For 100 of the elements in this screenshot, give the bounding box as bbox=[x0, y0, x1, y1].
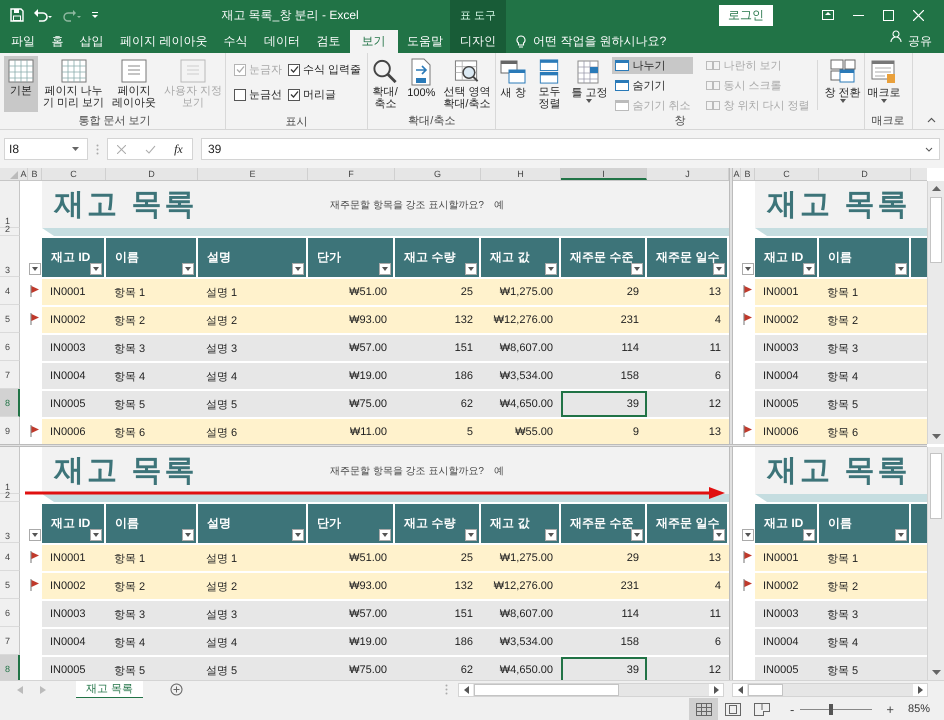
row-header[interactable]: 5 bbox=[0, 571, 20, 599]
filter-button[interactable] bbox=[292, 529, 304, 541]
filter-button[interactable] bbox=[545, 263, 557, 275]
column-header[interactable]: D bbox=[819, 168, 911, 180]
filter-button[interactable] bbox=[713, 263, 725, 275]
name-box[interactable]: I8 bbox=[4, 138, 88, 160]
window-button[interactable]: 새 창 bbox=[496, 56, 530, 112]
column-header[interactable]: C bbox=[42, 168, 106, 180]
row-header[interactable]: 6 bbox=[0, 333, 20, 361]
filter-button[interactable] bbox=[465, 529, 477, 541]
view-button[interactable]: 기본 bbox=[4, 56, 38, 112]
save-icon[interactable] bbox=[10, 8, 24, 22]
row-header[interactable]: 7 bbox=[0, 361, 20, 389]
column-header[interactable]: E bbox=[198, 168, 308, 180]
check-icon[interactable] bbox=[144, 144, 156, 154]
filter-button[interactable] bbox=[742, 529, 754, 541]
answer-value[interactable]: 예 bbox=[484, 198, 504, 212]
window-option[interactable]: 나누기 bbox=[612, 57, 694, 74]
scroll-right-button[interactable] bbox=[709, 684, 723, 696]
checkbox-option[interactable]: 수식 입력줄 bbox=[288, 62, 362, 77]
column-header[interactable]: G bbox=[395, 168, 481, 180]
filter-button[interactable] bbox=[545, 529, 557, 541]
filter-button[interactable] bbox=[895, 529, 907, 541]
row-header[interactable]: 8 bbox=[0, 389, 20, 417]
filter-button[interactable] bbox=[631, 263, 643, 275]
row-header[interactable]: 3 bbox=[0, 236, 20, 277]
filter-button[interactable] bbox=[803, 529, 815, 541]
window-option[interactable]: 숨기기 bbox=[612, 77, 694, 94]
formula-field[interactable]: 39 bbox=[201, 138, 940, 160]
column-header[interactable]: C bbox=[755, 168, 819, 180]
insert-function-button[interactable]: fx bbox=[174, 142, 183, 156]
ribbon-display-icon[interactable] bbox=[822, 10, 834, 20]
ribbon-tab[interactable]: 검토 bbox=[309, 30, 348, 53]
row-header[interactable]: 9 bbox=[0, 417, 20, 444]
scroll-thumb[interactable] bbox=[930, 197, 942, 263]
ribbon-tab[interactable]: 홈 bbox=[44, 30, 70, 53]
scroll-left-button[interactable] bbox=[459, 684, 473, 696]
row-header[interactable]: 2 bbox=[0, 494, 20, 502]
maximize-icon[interactable] bbox=[883, 10, 894, 20]
row-header[interactable]: 7 bbox=[0, 627, 20, 655]
scroll-down-icon[interactable] bbox=[932, 670, 940, 676]
sheet-tab[interactable]: 재고 목록 bbox=[76, 680, 144, 698]
row-header[interactable]: 5 bbox=[0, 305, 20, 333]
filter-button[interactable] bbox=[182, 529, 194, 541]
zoom-button[interactable]: 선택 영역 확대/축소 bbox=[440, 56, 494, 112]
horizontal-scrollbar[interactable] bbox=[732, 682, 928, 696]
window-button[interactable]: 모두 정렬 bbox=[532, 56, 566, 112]
scroll-down-icon[interactable] bbox=[932, 434, 940, 440]
share-button[interactable]: 공유 bbox=[908, 33, 932, 50]
scroll-left-button[interactable] bbox=[733, 684, 747, 696]
scroll-thumb[interactable] bbox=[474, 684, 619, 696]
filter-button[interactable] bbox=[803, 263, 815, 275]
filter-button[interactable] bbox=[631, 529, 643, 541]
filter-button[interactable] bbox=[29, 529, 41, 541]
ribbon-tab[interactable]: 삽입 bbox=[72, 30, 111, 53]
zoom-level[interactable]: 85% bbox=[908, 703, 930, 715]
add-sheet-icon[interactable] bbox=[170, 683, 184, 696]
ribbon-tab[interactable]: 데이터 bbox=[256, 30, 307, 53]
checkbox[interactable] bbox=[288, 64, 300, 76]
checkbox-option[interactable]: 눈금선 bbox=[234, 87, 282, 102]
filter-button[interactable] bbox=[742, 263, 754, 275]
checkbox[interactable] bbox=[288, 88, 300, 100]
checkbox[interactable] bbox=[234, 88, 246, 100]
macros-button[interactable]: 매크로 bbox=[864, 56, 904, 112]
filter-button[interactable] bbox=[713, 529, 725, 541]
scroll-thumb[interactable] bbox=[930, 453, 942, 519]
zoom-button[interactable]: 100% bbox=[404, 56, 438, 112]
scroll-up-icon[interactable] bbox=[932, 185, 940, 191]
window-button[interactable]: 틀 고정 bbox=[568, 56, 610, 112]
filter-button[interactable] bbox=[182, 263, 194, 275]
ribbon-tab[interactable]: 파일 bbox=[4, 30, 42, 53]
ribbon-tab[interactable]: 페이지 레이아웃 bbox=[112, 30, 214, 53]
row-header[interactable]: 4 bbox=[0, 543, 20, 571]
filter-button[interactable] bbox=[90, 529, 102, 541]
slider-thumb[interactable] bbox=[829, 704, 834, 714]
close-icon[interactable] bbox=[913, 10, 924, 20]
expand-icon[interactable] bbox=[925, 146, 933, 152]
filter-button[interactable] bbox=[379, 263, 391, 275]
row-header[interactable]: 4 bbox=[0, 277, 20, 305]
column-header[interactable]: B bbox=[28, 168, 42, 180]
vertical-scrollbar[interactable] bbox=[927, 447, 944, 680]
column-header[interactable]: A bbox=[20, 168, 28, 180]
column-header[interactable]: B bbox=[741, 168, 755, 180]
checkbox-option[interactable]: 머리글 bbox=[288, 87, 362, 102]
vertical-scrollbar[interactable] bbox=[927, 181, 944, 444]
zoom-button[interactable]: 확대/ 축소 bbox=[368, 56, 402, 112]
row-header[interactable]: 3 bbox=[0, 502, 20, 543]
row-header[interactable]: 8 bbox=[0, 655, 20, 680]
switch-windows-button[interactable]: 창 전환 bbox=[822, 56, 864, 112]
zoom-out-button[interactable]: - bbox=[784, 702, 800, 716]
ribbon-tab[interactable]: 도움말 bbox=[400, 30, 450, 53]
ribbon-tab[interactable]: 디자인 bbox=[450, 30, 506, 53]
collapse-ribbon-icon[interactable] bbox=[927, 117, 936, 123]
answer-value[interactable]: 예 bbox=[484, 464, 504, 478]
filter-button[interactable] bbox=[29, 263, 41, 275]
customize-icon[interactable] bbox=[91, 10, 99, 20]
row-header[interactable]: 2 bbox=[0, 228, 20, 236]
filter-button[interactable] bbox=[895, 263, 907, 275]
filter-button[interactable] bbox=[465, 263, 477, 275]
filter-button[interactable] bbox=[292, 263, 304, 275]
